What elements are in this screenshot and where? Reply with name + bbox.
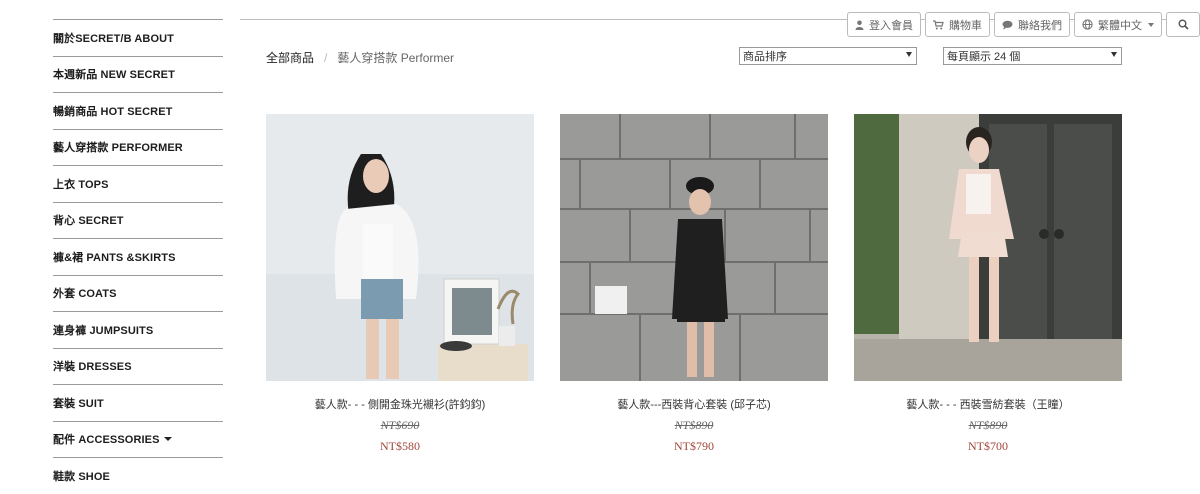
language-select[interactable]: 繁體中文 <box>1074 12 1162 37</box>
sale-price: NT$790 <box>674 439 714 453</box>
login-button[interactable]: 登入會員 <box>847 12 921 37</box>
breadcrumb: 全部商品 / 藝人穿搭款 Performer <box>266 49 454 66</box>
product-card: 藝人款- - - 側開金珠光襯衫(許鈞鈞) NT$690 NT$580 <box>266 114 534 454</box>
product-name[interactable]: 藝人款- - - 側開金珠光襯衫(許鈞鈞) <box>266 396 534 412</box>
sidebar-item-label: 關於SECRET/B ABOUT <box>53 32 174 45</box>
language-label: 繁體中文 <box>1098 19 1142 32</box>
sidebar-item-label: 上衣 TOPS <box>53 178 109 191</box>
product-card: 藝人款---西裝背心套裝 (邱子芯) NT$890 NT$790 <box>560 114 828 454</box>
cart-icon <box>933 19 944 29</box>
breadcrumb-current: 藝人穿搭款 Performer <box>337 51 455 65</box>
globe-icon <box>1082 19 1093 30</box>
sidebar-item-label: 背心 SECRET <box>53 215 124 228</box>
per-page-select[interactable]: 每頁顯示 24 個 <box>943 47 1122 65</box>
sidebar-item-about[interactable]: 關於SECRET/B ABOUT <box>53 19 223 56</box>
sidebar-item-tops[interactable]: 上衣 TOPS <box>53 165 223 202</box>
sidebar-item-label: 本週新品 NEW SECRET <box>53 69 175 82</box>
sidebar-item-suit[interactable]: 套裝 SUIT <box>53 384 223 421</box>
sidebar-item-dresses[interactable]: 洋裝 DRESSES <box>53 347 223 385</box>
sidebar-item-label: 洋裝 DRESSES <box>53 361 132 374</box>
caret-down-icon <box>1148 22 1154 27</box>
sale-price: NT$580 <box>380 439 420 453</box>
cart-label: 購物車 <box>949 19 982 32</box>
sidebar-item-hot[interactable]: 暢銷商品 HOT SECRET <box>53 92 223 129</box>
product-image[interactable] <box>560 114 828 381</box>
sidebar-item-label: 套裝 SUIT <box>53 397 104 410</box>
sidebar-item-label: 藝人穿搭款 PERFORMER <box>53 142 183 155</box>
product-card: 藝人款- - - 西裝雪紡套裝（王瞳） NT$890 NT$700 <box>854 114 1122 454</box>
sidebar-item-coats[interactable]: 外套 COATS <box>53 274 223 312</box>
sidebar-item-label: 暢銷商品 HOT SECRET <box>53 105 173 118</box>
sidebar-item-pants-skirts[interactable]: 褲&裙 PANTS &SKIRTS <box>53 238 223 275</box>
select-arrow-icon <box>906 52 912 57</box>
search-icon <box>1178 19 1189 30</box>
product-name[interactable]: 藝人款---西裝背心套裝 (邱子芯) <box>560 396 828 412</box>
select-arrow-icon <box>1111 52 1117 57</box>
user-icon <box>855 20 864 30</box>
product-name[interactable]: 藝人款- - - 西裝雪紡套裝（王瞳） <box>854 396 1122 412</box>
sidebar-item-performer[interactable]: 藝人穿搭款 PERFORMER <box>53 128 223 166</box>
sort-select-value: 商品排序 <box>743 51 787 63</box>
sidebar-item-label: 連身褲 JUMPSUITS <box>53 324 154 337</box>
sale-price: NT$700 <box>968 439 1008 453</box>
sidebar-item-label: 配件 ACCESSORIES <box>53 434 160 447</box>
chat-bubble-icon <box>1002 20 1013 30</box>
product-image[interactable] <box>854 114 1122 381</box>
original-price: NT$890 <box>968 418 1008 432</box>
category-sidebar: 關於SECRET/B ABOUT 本週新品 NEW SECRET 暢銷商品 HO… <box>53 19 223 494</box>
per-page-select-value: 每頁顯示 24 個 <box>947 51 1021 63</box>
sidebar-item-label: 褲&裙 PANTS &SKIRTS <box>53 251 176 264</box>
contact-label: 聯絡我們 <box>1018 19 1062 32</box>
cart-button[interactable]: 購物車 <box>925 12 990 37</box>
sidebar-item-vest[interactable]: 背心 SECRET <box>53 201 223 239</box>
sidebar-item-label: 外套 COATS <box>53 288 117 301</box>
caret-down-icon <box>163 437 172 442</box>
utility-toolbar: 登入會員 購物車 聯絡我們 繁體中文 <box>847 12 1200 37</box>
product-image[interactable] <box>266 114 534 381</box>
original-price: NT$690 <box>380 418 420 432</box>
search-button[interactable] <box>1166 12 1200 37</box>
sort-select[interactable]: 商品排序 <box>739 47 917 65</box>
sidebar-item-new[interactable]: 本週新品 NEW SECRET <box>53 55 223 93</box>
breadcrumb-root-link[interactable]: 全部商品 <box>266 49 314 66</box>
sidebar-item-label: 鞋款 SHOE <box>53 470 110 483</box>
breadcrumb-separator: / <box>324 50 328 65</box>
sidebar-item-shoe[interactable]: 鞋款 SHOE <box>53 457 223 494</box>
login-label: 登入會員 <box>869 19 913 32</box>
sidebar-item-accessories[interactable]: 配件 ACCESSORIES <box>53 420 223 458</box>
original-price: NT$890 <box>674 418 714 432</box>
sidebar-item-jumpsuits[interactable]: 連身褲 JUMPSUITS <box>53 311 223 348</box>
contact-button[interactable]: 聯絡我們 <box>994 12 1070 37</box>
